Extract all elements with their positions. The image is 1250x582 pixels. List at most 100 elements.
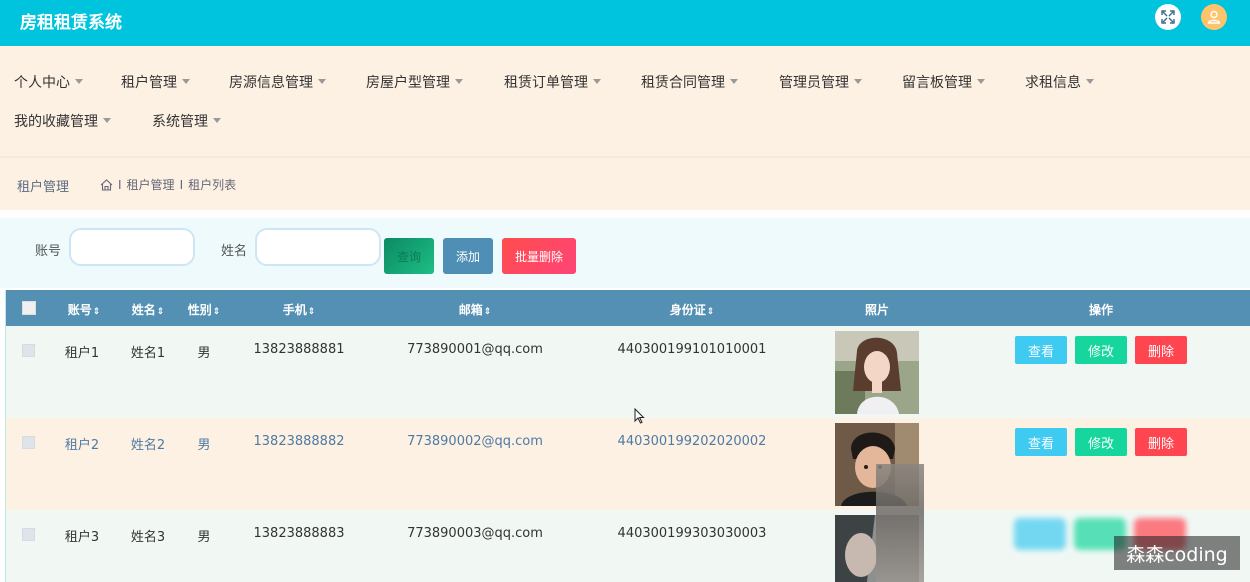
blurred-overlay — [876, 464, 924, 582]
nav-item-requests[interactable]: 求租信息 — [1025, 72, 1094, 92]
batch-delete-button[interactable]: 批量删除 — [502, 238, 576, 274]
column-header-photo: 照片 — [864, 303, 890, 317]
cell-account: 租户1 — [64, 346, 100, 361]
caret-down-icon — [103, 117, 111, 123]
cell-name: 姓名2 — [130, 438, 166, 453]
caret-down-icon — [182, 78, 190, 84]
cell-gender: 男 — [197, 438, 211, 453]
woman-portrait-image — [835, 331, 919, 414]
view-button[interactable]: 查看 — [1015, 428, 1067, 456]
nav-item-tenant[interactable]: 租户管理 — [121, 72, 190, 92]
user-icon — [1207, 10, 1221, 24]
view-button[interactable]: 查看 — [1015, 336, 1067, 364]
name-input[interactable] — [255, 228, 381, 266]
cell-email: 773890002@qq.com — [407, 434, 543, 449]
home-icon[interactable] — [100, 178, 113, 191]
table-header: 账号⇕ 姓名⇕ 性别⇕ 手机⇕ 邮箱⇕ 身份证⇕ 照片 操作 — [6, 290, 1250, 326]
cell-phone: 13823888883 — [253, 526, 345, 541]
breadcrumb-separator: I — [179, 177, 184, 192]
column-label: 姓名 — [131, 303, 156, 317]
cell-gender: 男 — [197, 530, 211, 545]
row-checkbox[interactable] — [22, 344, 35, 357]
cell-phone: 13823888882 — [253, 434, 345, 449]
cell-email: 773890001@qq.com — [407, 342, 543, 357]
query-button[interactable]: 查询 — [384, 238, 434, 274]
caret-down-icon — [213, 117, 221, 123]
column-label: 身份证 — [669, 303, 706, 317]
column-header-email[interactable]: 邮箱⇕ — [459, 301, 492, 318]
row-checkbox[interactable] — [22, 436, 35, 449]
breadcrumb-bar: 租户管理 I 租户管理 I 租户列表 — [0, 158, 1250, 210]
table-row: 租户1 姓名1 男 13823888881 773890001@qq.com 4… — [6, 326, 1250, 418]
edit-button[interactable]: 修改 — [1075, 428, 1127, 456]
nav-label: 管理员管理 — [779, 75, 849, 91]
app-title: 房租租赁系统 — [20, 13, 122, 33]
caret-down-icon — [1086, 78, 1094, 84]
cell-id-card: 440300199202020002 — [617, 434, 767, 449]
breadcrumb-item[interactable]: 租户管理 — [127, 176, 175, 193]
breadcrumb: I 租户管理 I 租户列表 — [100, 176, 236, 193]
column-header-phone[interactable]: 手机⇕ — [283, 301, 316, 318]
nav-label: 租户管理 — [121, 75, 177, 91]
cell-gender: 男 — [197, 346, 211, 361]
column-label: 邮箱 — [458, 303, 483, 317]
fullscreen-icon — [1161, 10, 1175, 24]
row-checkbox[interactable] — [22, 528, 35, 541]
delete-button[interactable]: 删除 — [1135, 428, 1187, 456]
caret-down-icon — [75, 78, 83, 84]
select-all-checkbox[interactable] — [22, 301, 36, 315]
column-header-id-card[interactable]: 身份证⇕ — [670, 301, 715, 318]
account-input[interactable] — [69, 228, 195, 266]
nav-label: 我的收藏管理 — [14, 114, 98, 130]
nav-label: 租赁合同管理 — [641, 75, 725, 91]
cell-account: 租户2 — [64, 438, 100, 453]
nav-item-admins[interactable]: 管理员管理 — [779, 72, 862, 92]
nav-item-system[interactable]: 系统管理 — [152, 111, 221, 131]
account-label: 账号 — [35, 244, 62, 259]
add-button[interactable]: 添加 — [443, 238, 493, 274]
caret-down-icon — [455, 78, 463, 84]
nav-item-orders[interactable]: 租赁订单管理 — [504, 72, 601, 92]
nav-label: 租赁订单管理 — [504, 75, 588, 91]
cell-account: 租户3 — [64, 530, 100, 545]
nav-label: 个人中心 — [14, 75, 70, 91]
cell-name: 姓名3 — [130, 530, 166, 545]
nav-label: 房屋户型管理 — [366, 75, 450, 91]
cell-id-card: 440300199101010001 — [617, 342, 767, 357]
caret-down-icon — [730, 78, 738, 84]
nav-item-contracts[interactable]: 租赁合同管理 — [641, 72, 738, 92]
nav-item-profile[interactable]: 个人中心 — [14, 72, 83, 92]
nav-item-listings[interactable]: 房源信息管理 — [229, 72, 326, 92]
caret-down-icon — [854, 78, 862, 84]
column-label: 性别 — [187, 303, 212, 317]
nav-label: 求租信息 — [1025, 75, 1081, 91]
nav-item-messages[interactable]: 留言板管理 — [902, 72, 985, 92]
tenant-photo[interactable] — [835, 331, 919, 414]
edit-button[interactable]: 修改 — [1075, 336, 1127, 364]
sort-icon: ⇕ — [92, 307, 101, 317]
top-bar: 房租租赁系统 — [0, 0, 1250, 46]
column-header-gender[interactable]: 性别⇕ — [188, 301, 221, 318]
column-header-actions: 操作 — [1088, 303, 1114, 317]
fullscreen-button[interactable] — [1155, 4, 1181, 30]
column-label: 手机 — [282, 303, 307, 317]
column-header-account[interactable]: 账号⇕ — [68, 301, 101, 318]
sort-icon: ⇕ — [156, 307, 165, 317]
sort-icon: ⇕ — [483, 307, 492, 317]
user-avatar-button[interactable] — [1201, 4, 1227, 30]
main-nav: 个人中心 租户管理 房源信息管理 房屋户型管理 租赁订单管理 租赁合同管理 管理… — [0, 46, 1250, 158]
sort-icon: ⇕ — [307, 307, 316, 317]
nav-label: 留言板管理 — [902, 75, 972, 91]
caret-down-icon — [977, 78, 985, 84]
delete-button[interactable]: 删除 — [1135, 336, 1187, 364]
name-label: 姓名 — [221, 244, 248, 259]
caret-down-icon — [593, 78, 601, 84]
watermark: 森森coding — [1114, 536, 1240, 570]
mouse-cursor-icon — [634, 408, 645, 424]
cell-name: 姓名1 — [130, 346, 166, 361]
nav-item-favorites[interactable]: 我的收藏管理 — [14, 111, 111, 131]
table-row: 租户2 姓名2 男 13823888882 773890002@qq.com 4… — [6, 418, 1250, 510]
column-header-name[interactable]: 姓名⇕ — [132, 301, 165, 318]
nav-item-house-type[interactable]: 房屋户型管理 — [366, 72, 463, 92]
cell-phone: 13823888881 — [253, 342, 345, 357]
